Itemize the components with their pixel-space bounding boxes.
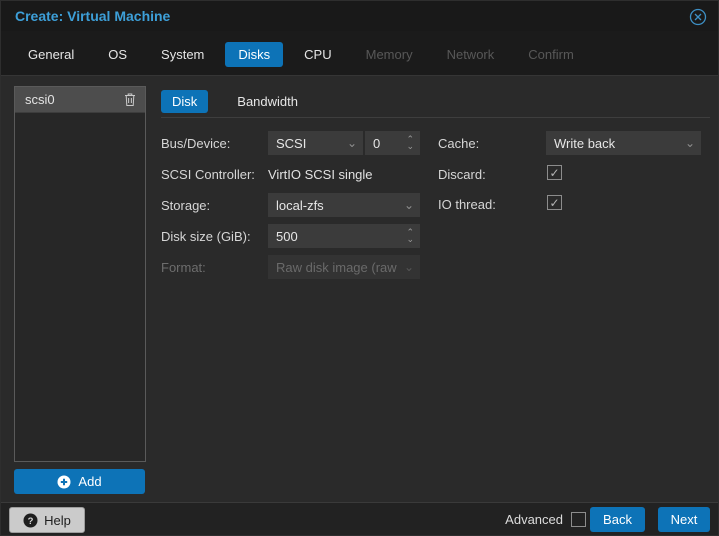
- disk-list-panel: scsi0: [14, 86, 146, 462]
- disk-list-item-scsi0[interactable]: scsi0: [15, 87, 145, 113]
- tab-network: Network: [446, 46, 495, 62]
- advanced-checkbox[interactable]: [571, 512, 586, 527]
- advanced-label: Advanced: [505, 512, 563, 527]
- inner-tab-bar: Disk Bandwidth: [161, 89, 309, 114]
- dialog-titlebar: Create: Virtual Machine: [1, 1, 718, 31]
- tab-os[interactable]: OS: [95, 42, 140, 67]
- io-thread-label: IO thread:: [438, 197, 496, 212]
- inner-tab-separator: [161, 117, 710, 118]
- dialog-title: Create: Virtual Machine: [15, 8, 171, 24]
- question-circle-icon: ?: [23, 513, 38, 527]
- disk-size-stepper[interactable]: 500 ⌃ ⌄: [268, 224, 420, 248]
- tab-general[interactable]: General: [15, 42, 87, 67]
- io-thread-checkbox[interactable]: [547, 195, 562, 210]
- chevron-down-icon: ⌄: [684, 136, 695, 150]
- format-select: Raw disk image (raw ⌄: [268, 255, 420, 279]
- tab-disk[interactable]: Disk: [161, 90, 209, 113]
- next-button[interactable]: Next: [658, 507, 710, 532]
- chevron-down-icon: ⌄: [403, 198, 414, 212]
- back-button[interactable]: Back: [590, 507, 645, 532]
- discard-label: Discard:: [438, 167, 486, 182]
- dialog-footer: ? Help Advanced Back Next: [1, 502, 718, 535]
- cache-label: Cache:: [438, 136, 480, 151]
- close-icon[interactable]: [689, 8, 707, 26]
- add-disk-button[interactable]: Add: [14, 469, 145, 494]
- discard-checkbox[interactable]: [547, 165, 562, 180]
- storage-label: Storage:: [161, 198, 211, 213]
- wizard-tab-bar: General OS System Disks CPU Memory Netwo…: [15, 39, 587, 69]
- help-button[interactable]: ? Help: [9, 507, 85, 533]
- bus-device-select[interactable]: SCSI ⌄: [268, 131, 363, 155]
- storage-select[interactable]: local-zfs ⌄: [268, 193, 420, 217]
- bus-device-number-stepper[interactable]: 0 ⌃ ⌄: [365, 131, 420, 155]
- help-button-label: Help: [44, 512, 71, 528]
- tab-cpu[interactable]: CPU: [291, 42, 344, 67]
- chevron-down-icon: ⌄: [346, 136, 357, 150]
- add-button-label: Add: [78, 474, 102, 489]
- dialog-body: scsi0 Add Disk Bandwidth Bus/Device: SCS…: [1, 75, 718, 502]
- format-label: Format:: [161, 260, 206, 275]
- tab-disks[interactable]: Disks: [225, 41, 284, 67]
- tab-memory: Memory: [365, 46, 413, 62]
- disk-item-label: scsi0: [25, 92, 55, 107]
- scsi-controller-value: VirtIO SCSI single: [268, 167, 373, 182]
- create-vm-dialog: Create: Virtual Machine General OS Syste…: [0, 0, 719, 536]
- bus-device-label: Bus/Device:: [161, 136, 231, 151]
- svg-text:?: ?: [28, 516, 34, 527]
- trash-icon[interactable]: [123, 92, 137, 107]
- tab-confirm: Confirm: [528, 46, 574, 62]
- scsi-controller-label: SCSI Controller:: [161, 167, 255, 182]
- tab-bandwidth[interactable]: Bandwidth: [226, 90, 309, 113]
- plus-circle-icon: [57, 475, 71, 488]
- chevron-down-icon: ⌄: [403, 260, 414, 274]
- up-down-arrows-icon[interactable]: ⌃ ⌄: [406, 228, 414, 244]
- cache-select[interactable]: Write back ⌄: [546, 131, 701, 155]
- up-down-arrows-icon[interactable]: ⌃ ⌄: [406, 135, 414, 151]
- disk-size-label: Disk size (GiB):: [161, 229, 251, 244]
- tab-system[interactable]: System: [148, 42, 217, 67]
